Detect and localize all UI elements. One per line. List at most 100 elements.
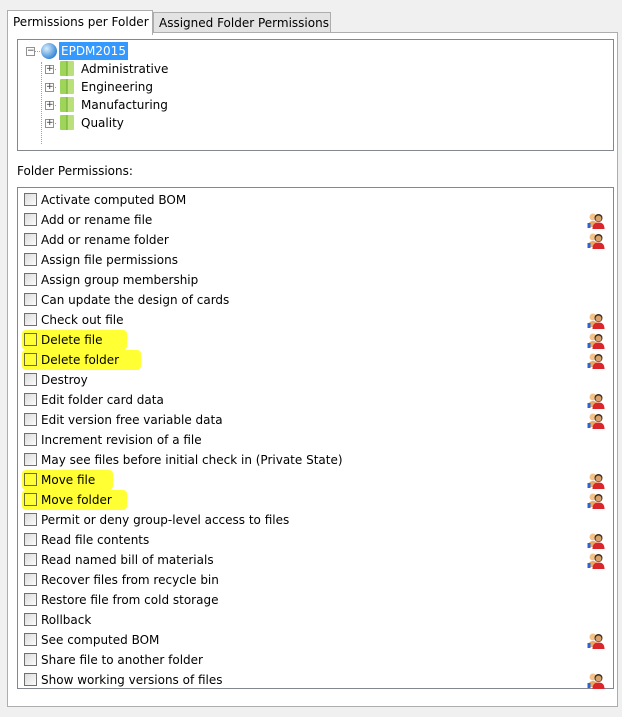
permission-label: Add or rename file [41, 213, 153, 227]
tree-node-folder[interactable]: + Administrative [18, 60, 258, 78]
permission-row[interactable]: May see files before initial check in (P… [18, 450, 613, 470]
user-group-icon [587, 212, 605, 229]
permission-checkbox[interactable] [24, 653, 37, 666]
permission-label: Destroy [41, 373, 88, 387]
permission-checkbox[interactable] [24, 493, 37, 506]
permission-row[interactable]: Edit version free variable data [18, 410, 613, 430]
permission-checkbox[interactable] [24, 193, 37, 206]
permission-row[interactable]: Restore file from cold storage [18, 590, 613, 610]
permission-label: Show working versions of files [41, 673, 223, 687]
permission-checkbox[interactable] [24, 573, 37, 586]
user-group-icon [587, 632, 605, 649]
permission-row[interactable]: See computed BOM [18, 630, 613, 650]
permission-checkbox[interactable] [24, 613, 37, 626]
user-group-icon [587, 492, 605, 509]
permission-row[interactable]: Show working versions of files [18, 670, 613, 690]
permission-row[interactable]: Increment revision of a file [18, 430, 613, 450]
permission-checkbox[interactable] [24, 393, 37, 406]
tab-panel: − EPDM2015 + Administrative + Engineerin… [7, 32, 618, 707]
permission-checkbox[interactable] [24, 433, 37, 446]
folder-permissions-list[interactable]: Activate computed BOM Add or rename file… [17, 187, 614, 689]
permission-row[interactable]: Add or rename folder [18, 230, 613, 250]
tree-node-label[interactable]: Administrative [81, 60, 168, 78]
permission-checkbox[interactable] [24, 333, 37, 346]
permission-row[interactable]: Activate computed BOM [18, 190, 613, 210]
permission-checkbox[interactable] [24, 513, 37, 526]
permission-row[interactable]: Add or rename file [18, 210, 613, 230]
collapse-icon[interactable]: − [26, 47, 35, 56]
permission-label: May see files before initial check in (P… [41, 453, 343, 467]
permission-checkbox[interactable] [24, 273, 37, 286]
permission-label: Assign group membership [41, 273, 199, 287]
folder-icon [60, 61, 74, 76]
expand-icon[interactable]: + [45, 101, 54, 110]
permission-row[interactable]: Recover files from recycle bin [18, 570, 613, 590]
permission-checkbox[interactable] [24, 673, 37, 686]
tree-node-label[interactable]: Manufacturing [81, 96, 168, 114]
permission-checkbox[interactable] [24, 553, 37, 566]
folder-permissions-label: Folder Permissions: [17, 164, 133, 178]
permission-row[interactable]: Delete folder [18, 350, 613, 370]
permission-row[interactable]: Read file contents [18, 530, 613, 550]
user-group-icon [587, 332, 605, 349]
permission-label: Add or rename folder [41, 233, 169, 247]
folder-tree[interactable]: − EPDM2015 + Administrative + Engineerin… [17, 39, 614, 151]
expand-icon[interactable]: + [45, 83, 54, 92]
user-group-icon [587, 232, 605, 249]
user-group-icon [587, 672, 605, 689]
permission-row[interactable]: Destroy [18, 370, 613, 390]
permission-checkbox[interactable] [24, 633, 37, 646]
folder-icon [60, 79, 74, 94]
permission-checkbox[interactable] [24, 313, 37, 326]
permission-label: Increment revision of a file [41, 433, 202, 447]
permission-row[interactable]: Check out file [18, 310, 613, 330]
permission-checkbox[interactable] [24, 453, 37, 466]
permission-checkbox[interactable] [24, 413, 37, 426]
tab-assigned-folder-permissions[interactable]: Assigned Folder Permissions [153, 12, 331, 33]
permission-label: Move folder [41, 493, 112, 507]
tree-node-folder[interactable]: + Engineering [18, 78, 258, 96]
permission-row[interactable]: Move file [18, 470, 613, 490]
permission-checkbox[interactable] [24, 213, 37, 226]
tree-node-folder[interactable]: + Manufacturing [18, 96, 258, 114]
permission-label: See computed BOM [41, 633, 160, 647]
permission-row[interactable]: Assign group membership [18, 270, 613, 290]
tab-permissions-per-folder[interactable]: Permissions per Folder [7, 10, 153, 35]
permission-row[interactable]: Read named bill of materials [18, 550, 613, 570]
permission-row[interactable]: Permit or deny group-level access to fil… [18, 510, 613, 530]
tree-node-label[interactable]: Quality [81, 114, 124, 132]
permission-checkbox[interactable] [24, 593, 37, 606]
permission-row[interactable]: Delete file [18, 330, 613, 350]
permission-label: Recover files from recycle bin [41, 573, 219, 587]
permission-checkbox[interactable] [24, 233, 37, 246]
permission-label: Move file [41, 473, 96, 487]
permission-row[interactable]: Share file to another folder [18, 650, 613, 670]
permission-label: Edit folder card data [41, 393, 164, 407]
permission-checkbox[interactable] [24, 293, 37, 306]
expand-icon[interactable]: + [45, 65, 54, 74]
permission-label: Can update the design of cards [41, 293, 230, 307]
tree-node-root[interactable]: − EPDM2015 [18, 42, 218, 60]
user-group-icon [587, 472, 605, 489]
expand-icon[interactable]: + [45, 119, 54, 128]
permission-checkbox[interactable] [24, 353, 37, 366]
permission-checkbox[interactable] [24, 253, 37, 266]
permission-checkbox[interactable] [24, 473, 37, 486]
tree-node-label[interactable]: Engineering [81, 78, 153, 96]
permission-checkbox[interactable] [24, 533, 37, 546]
permission-checkbox[interactable] [24, 373, 37, 386]
tree-node-folder[interactable]: + Quality [18, 114, 258, 132]
permission-row[interactable]: Can update the design of cards [18, 290, 613, 310]
tree-node-label[interactable]: EPDM2015 [59, 42, 128, 60]
permission-label: Share file to another folder [41, 653, 203, 667]
permission-row[interactable]: Assign file permissions [18, 250, 613, 270]
permission-label: Delete file [41, 333, 103, 347]
permission-row[interactable]: Edit folder card data [18, 390, 613, 410]
permission-row[interactable]: Move folder [18, 490, 613, 510]
permission-label: Edit version free variable data [41, 413, 223, 427]
folder-icon [60, 97, 74, 112]
permission-row[interactable]: Rollback [18, 610, 613, 630]
permission-label: Restore file from cold storage [41, 593, 219, 607]
permission-label: Read named bill of materials [41, 553, 214, 567]
permission-label: Activate computed BOM [41, 193, 187, 207]
